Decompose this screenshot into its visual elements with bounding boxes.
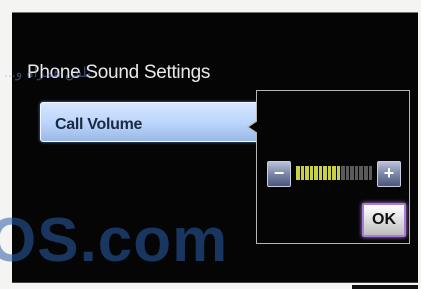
volume-segment: [300, 166, 305, 180]
volume-segment: [345, 166, 350, 180]
volume-segment: [327, 166, 332, 180]
watermark-arabic-text: تلفن همراه و...: [4, 64, 91, 80]
volume-segment: [314, 166, 318, 180]
corner-bar: [352, 285, 418, 289]
volume-segment: [332, 166, 336, 180]
volume-segment: [336, 166, 341, 180]
call-volume-label: Call Volume: [55, 116, 143, 133]
volume-segment: [318, 166, 323, 180]
volume-segment: [350, 166, 354, 180]
volume-decrease-button[interactable]: −: [267, 161, 291, 187]
volume-segment: [323, 166, 327, 180]
call-volume-button[interactable]: Call Volume: [40, 102, 272, 142]
ok-button[interactable]: OK: [362, 203, 406, 237]
volume-increase-button[interactable]: +: [377, 161, 401, 187]
volume-level-indicator: [296, 166, 373, 180]
volume-popup: − + OK: [247, 90, 410, 244]
volume-segment: [363, 166, 368, 180]
popup-pointer-inner: [249, 121, 258, 133]
volume-segment: [309, 166, 314, 180]
volume-segment: [305, 166, 309, 180]
volume-segment: [296, 166, 300, 180]
volume-segment: [354, 166, 359, 180]
watermark-url-text: OS.com: [0, 206, 229, 275]
volume-segment: [341, 166, 345, 180]
volume-segment: [368, 166, 373, 180]
volume-segment: [359, 166, 363, 180]
